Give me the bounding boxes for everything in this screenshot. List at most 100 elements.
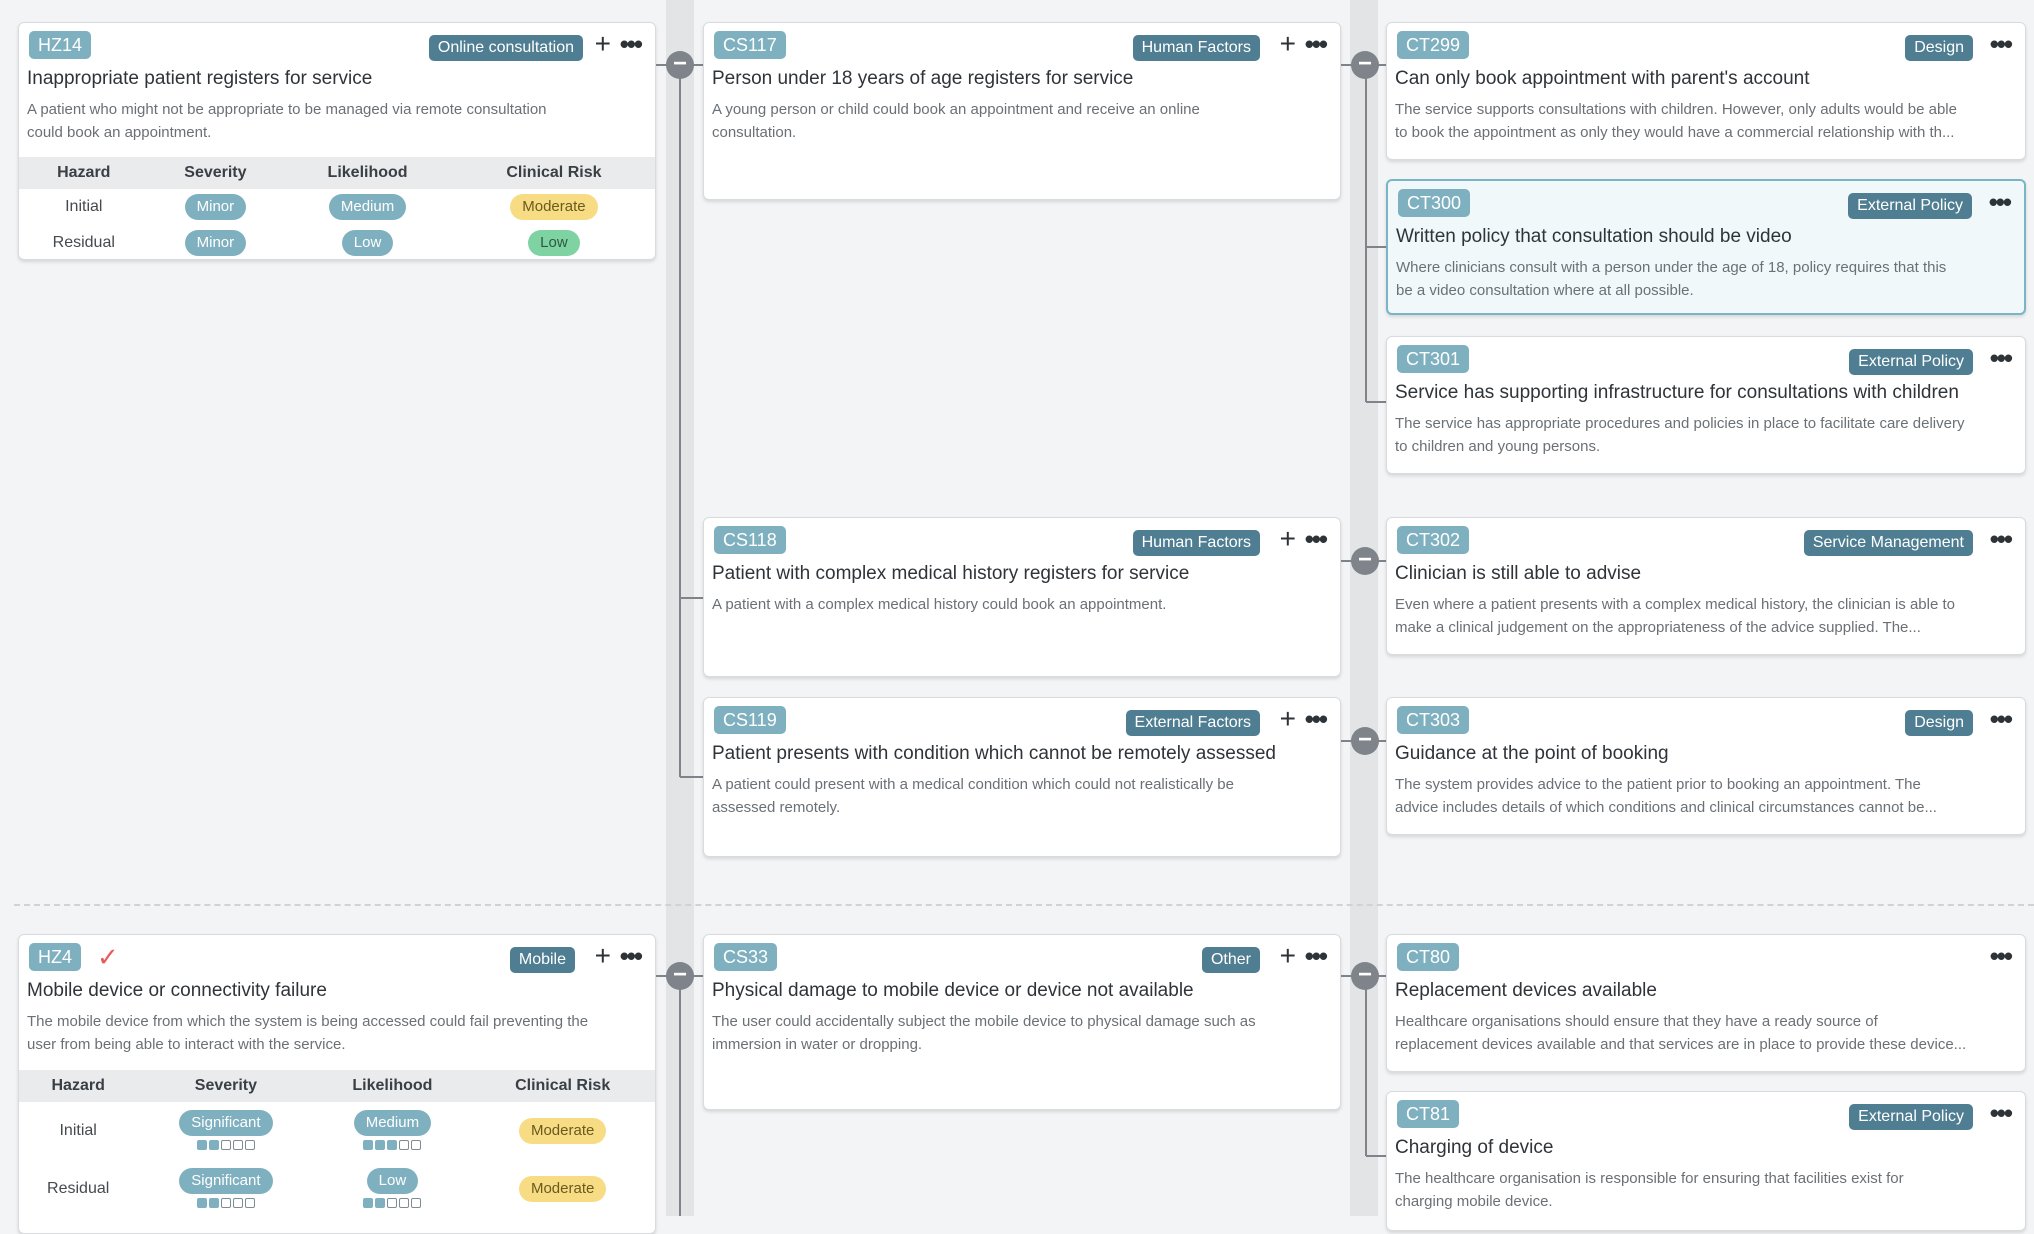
col-header: Clinical Risk	[470, 1070, 655, 1102]
collapse-toggle-icon[interactable]: −	[666, 51, 694, 79]
level-square	[375, 1198, 386, 1208]
category-badge: Human Factors	[1132, 35, 1260, 61]
more-options-icon[interactable]: •••	[1305, 524, 1328, 554]
likelihood-level-indicator	[314, 1198, 470, 1210]
clinical-risk-pill: Moderate	[518, 1176, 607, 1202]
more-options-icon[interactable]: •••	[1990, 524, 2013, 554]
control-description: The system provides advice to the patien…	[1395, 776, 1937, 816]
row-divider	[14, 904, 2034, 906]
control-description: Even where a patient presents with a com…	[1395, 596, 1956, 636]
col-header: Clinical Risk	[452, 157, 655, 189]
level-square	[232, 1198, 243, 1208]
collapse-toggle-icon[interactable]: −	[666, 962, 694, 990]
control-card[interactable]: CT299 Design ••• Can only book appointme…	[1386, 22, 2026, 160]
more-options-icon[interactable]: •••	[1989, 187, 2012, 217]
severity-pill: Minor	[184, 194, 247, 220]
cause-card[interactable]: CS119 External Factors + ••• Patient pre…	[703, 697, 1341, 857]
cause-card[interactable]: CS33 Other + ••• Physical damage to mobi…	[703, 934, 1341, 1110]
level-square	[244, 1198, 255, 1208]
cause-description: The user could accidentally subject the …	[712, 1013, 1256, 1053]
more-options-icon[interactable]: •••	[1305, 29, 1328, 59]
severity-pill: Minor	[184, 230, 247, 256]
tree-connector	[1365, 976, 1367, 1156]
level-square	[220, 1140, 231, 1150]
hazard-card[interactable]: HZ14 Online consultation + ••• Inappropr…	[18, 22, 656, 260]
hazard-description: The mobile device from which the system …	[27, 1013, 589, 1053]
add-icon[interactable]: +	[595, 29, 611, 59]
row-label: Residual	[52, 234, 115, 251]
level-square	[208, 1140, 219, 1150]
control-description: Healthcare organisations should ensure t…	[1395, 1013, 1967, 1053]
hazard-card[interactable]: HZ4 ✓ Mobile + ••• Mobile device or conn…	[18, 934, 656, 1234]
category-badge: Other	[1201, 947, 1260, 973]
control-card[interactable]: CT301 External Policy ••• Service has su…	[1386, 336, 2026, 474]
control-card[interactable]: CT80 ••• Replacement devices available H…	[1386, 934, 2026, 1072]
cause-id: CS118	[714, 526, 786, 554]
control-card[interactable]: CT81 External Policy ••• Charging of dev…	[1386, 1091, 2026, 1231]
column-gutter	[1350, 0, 1378, 1216]
tree-connector	[680, 597, 704, 599]
cause-description: A young person or child could book an ap…	[712, 101, 1200, 141]
control-title: Clinician is still able to advise	[1395, 563, 1642, 584]
level-square	[363, 1198, 374, 1208]
level-square	[208, 1198, 219, 1208]
add-icon[interactable]: +	[1280, 29, 1296, 59]
cause-description: A patient could present with a medical c…	[712, 776, 1234, 816]
control-id: CT80	[1397, 943, 1460, 971]
col-header: Hazard	[19, 1070, 138, 1102]
cause-card[interactable]: CS118 Human Factors + ••• Patient with c…	[703, 517, 1341, 677]
col-header: Severity	[148, 157, 283, 189]
cause-id: CS119	[714, 706, 786, 734]
category-badge: Service Management	[1803, 530, 1973, 556]
more-options-icon[interactable]: •••	[1990, 941, 2013, 971]
more-options-icon[interactable]: •••	[620, 29, 643, 59]
control-title: Written policy that consultation should …	[1396, 226, 1792, 247]
add-icon[interactable]: +	[1280, 941, 1296, 971]
more-options-icon[interactable]: •••	[620, 941, 643, 971]
col-header: Likelihood	[314, 1070, 471, 1102]
level-square	[196, 1198, 207, 1208]
control-card[interactable]: CT303 Design ••• Guidance at the point o…	[1386, 697, 2026, 835]
tree-connector	[679, 65, 681, 777]
row-label: Residual	[47, 1180, 110, 1197]
likelihood-pill: Medium	[353, 1110, 432, 1136]
tree-connector	[680, 776, 704, 778]
control-id: CT299	[1397, 31, 1470, 59]
collapse-toggle-icon[interactable]: −	[1351, 962, 1379, 990]
control-title: Replacement devices available	[1395, 980, 1657, 1001]
risk-row-initial: Initial Minor Medium Moderate	[19, 189, 655, 225]
category-badge: External Policy	[1849, 1104, 1973, 1130]
control-card[interactable]: CT302 Service Management ••• Clinician i…	[1386, 517, 2026, 655]
risk-row-residual: Residual Significant Low Moderate	[19, 1160, 655, 1218]
control-description: The service supports consultations with …	[1395, 101, 1957, 141]
severity-pill: Significant	[179, 1110, 273, 1136]
row-label: Initial	[59, 1122, 97, 1139]
category-badge: Online consultation	[428, 35, 583, 61]
add-icon[interactable]: +	[1280, 704, 1296, 734]
cause-card[interactable]: CS117 Human Factors + ••• Person under 1…	[703, 22, 1341, 200]
control-description: The healthcare organisation is responsib…	[1395, 1170, 1904, 1210]
likelihood-pill: Low	[366, 1168, 419, 1194]
severity-pill: Significant	[179, 1168, 273, 1194]
more-options-icon[interactable]: •••	[1990, 704, 2013, 734]
add-icon[interactable]: +	[1280, 524, 1296, 554]
cause-id: CS117	[714, 31, 786, 59]
collapse-toggle-icon[interactable]: −	[1351, 727, 1379, 755]
control-id: CT303	[1397, 706, 1470, 734]
more-options-icon[interactable]: •••	[1990, 1098, 2013, 1128]
check-icon: ✓	[97, 942, 119, 972]
control-title: Can only book appointment with parent's …	[1395, 68, 1810, 89]
more-options-icon[interactable]: •••	[1990, 343, 2013, 373]
more-options-icon[interactable]: •••	[1305, 941, 1328, 971]
add-icon[interactable]: +	[595, 941, 611, 971]
level-square	[363, 1140, 374, 1150]
control-card-selected[interactable]: CT300 External Policy ••• Written policy…	[1386, 179, 2026, 315]
collapse-toggle-icon[interactable]: −	[1351, 51, 1379, 79]
control-id: CT302	[1397, 526, 1470, 554]
category-badge: External Factors	[1125, 710, 1260, 736]
more-options-icon[interactable]: •••	[1990, 29, 2013, 59]
more-options-icon[interactable]: •••	[1305, 704, 1328, 734]
clinical-risk-pill: Moderate	[510, 194, 598, 220]
collapse-toggle-icon[interactable]: −	[1351, 547, 1379, 575]
control-id: CT81	[1397, 1100, 1460, 1128]
